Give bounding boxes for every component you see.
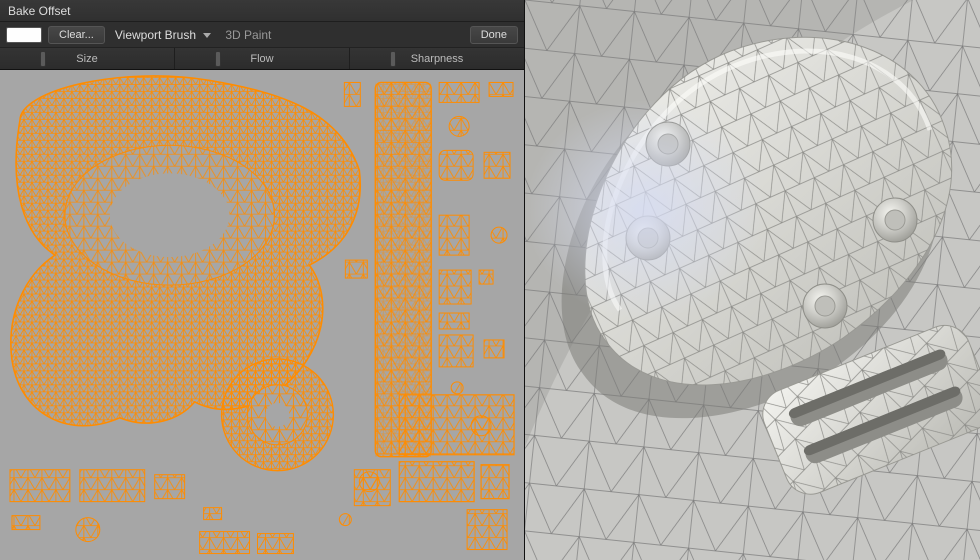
viewport-brush-label: Viewport Brush — [115, 28, 196, 42]
chevron-down-icon — [203, 33, 211, 38]
3d-viewport-svg — [525, 0, 980, 560]
flow-slider-label: Flow — [250, 53, 273, 65]
panel-titlebar[interactable]: Bake Offset — [0, 0, 524, 22]
size-slider[interactable]: Size — [0, 48, 174, 69]
uv-wireframe-svg — [0, 70, 524, 560]
toolbar-main: Clear... Viewport Brush 3D Paint Done — [0, 22, 524, 48]
uv-viewport[interactable] — [0, 70, 524, 560]
slider-thumb[interactable] — [390, 51, 396, 67]
done-button[interactable]: Done — [470, 26, 518, 44]
paint-mode-label: 3D Paint — [225, 28, 271, 42]
paint-color-swatch[interactable] — [6, 27, 42, 43]
flow-slider[interactable]: Flow — [174, 48, 349, 69]
bake-offset-panel: Bake Offset Clear... Viewport Brush 3D P… — [0, 0, 525, 560]
slider-thumb[interactable] — [40, 51, 46, 67]
brush-slider-bar: Size Flow Sharpness — [0, 48, 524, 70]
viewport-brush-dropdown[interactable]: Viewport Brush — [111, 28, 220, 42]
clear-button[interactable]: Clear... — [48, 26, 105, 44]
sharpness-slider[interactable]: Sharpness — [349, 48, 524, 69]
slider-thumb[interactable] — [215, 51, 221, 67]
sharpness-slider-label: Sharpness — [411, 53, 464, 65]
3d-viewport[interactable] — [525, 0, 980, 560]
panel-title: Bake Offset — [8, 4, 70, 18]
size-slider-label: Size — [76, 53, 97, 65]
